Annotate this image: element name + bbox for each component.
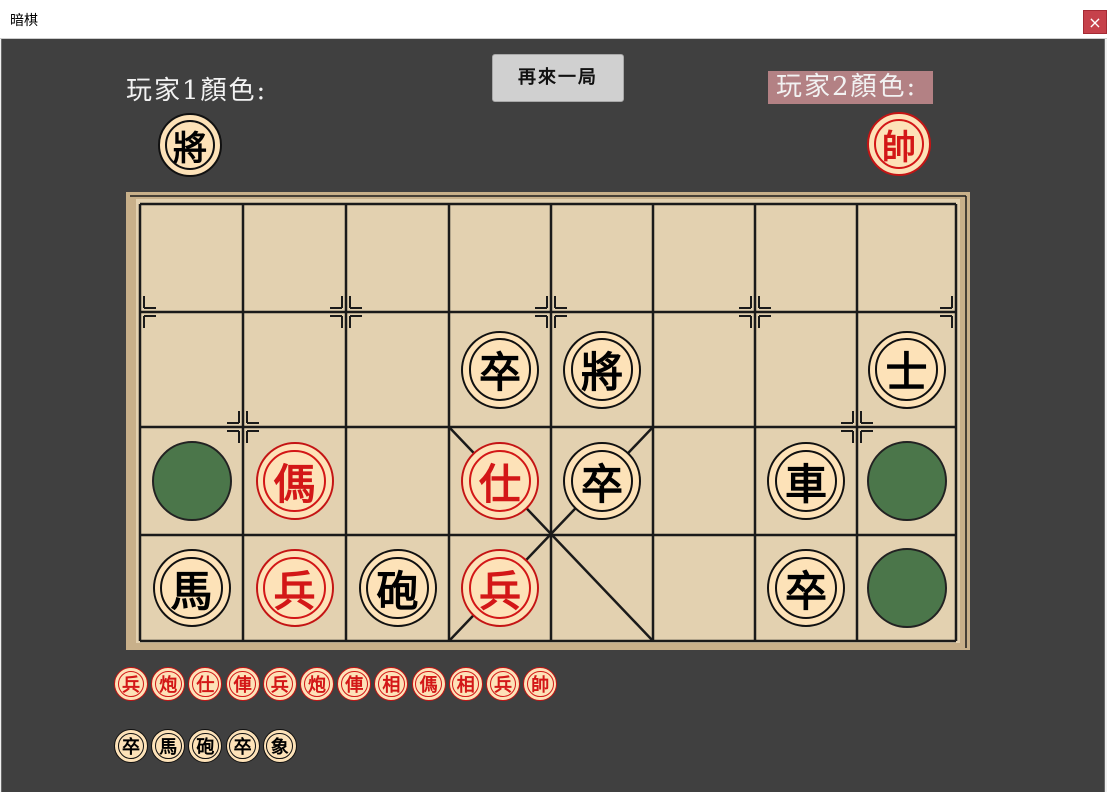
face-down-piece[interactable]	[151, 441, 232, 521]
captured-black-piece: 卒	[114, 729, 148, 763]
captured-black-piece: 馬	[151, 729, 186, 763]
piece-char: 傌	[263, 449, 326, 513]
board-cell[interactable]	[755, 312, 857, 427]
board-cell[interactable]	[551, 535, 653, 641]
piece-char: 傌	[415, 670, 443, 698]
board-cell[interactable]	[857, 204, 956, 312]
captured-red-piece: 兵	[114, 667, 148, 701]
piece-char: 兵	[266, 670, 294, 698]
board-cell[interactable]	[653, 535, 755, 641]
black-piece[interactable]: 卒	[767, 549, 845, 627]
black-piece[interactable]: 砲	[358, 549, 437, 627]
piece-char: 仕	[191, 670, 219, 698]
piece-char: 卒	[774, 556, 838, 620]
piece-char: 兵	[489, 670, 517, 698]
board-cell[interactable]	[653, 427, 755, 535]
black-piece[interactable]: 卒	[461, 330, 539, 409]
piece-char: 炮	[154, 670, 182, 698]
piece-char: 卒	[229, 732, 257, 760]
red-piece[interactable]: 仕	[461, 442, 539, 520]
piece-char: 兵	[263, 556, 326, 620]
piece-char: 相	[377, 670, 405, 698]
board-cell[interactable]	[551, 204, 653, 312]
captured-black-piece: 象	[262, 729, 297, 763]
board-cell[interactable]	[243, 204, 346, 312]
piece-char: 相	[452, 670, 480, 698]
board-cell[interactable]	[346, 427, 449, 535]
black-piece[interactable]: 士	[867, 330, 946, 409]
piece-char: 卒	[117, 732, 145, 760]
piece-char: 兵	[468, 556, 532, 620]
piece-char: 俥	[229, 670, 257, 698]
piece-char: 兵	[117, 670, 145, 698]
face-down-piece[interactable]	[866, 548, 947, 628]
captured-red-piece: 兵	[486, 667, 520, 701]
captured-red-piece: 俥	[225, 667, 260, 701]
captured-red-piece: 相	[448, 667, 483, 701]
piece-char: 砲	[191, 732, 219, 760]
red-piece[interactable]: 傌	[255, 442, 334, 520]
captured-red-piece: 炮	[300, 667, 334, 701]
piece-char: 卒	[468, 338, 532, 401]
board-cell[interactable]	[140, 312, 243, 427]
piece-char: 砲	[366, 556, 429, 620]
piece-char: 俥	[340, 670, 368, 698]
red-piece[interactable]: 兵	[461, 549, 539, 627]
captured-red-piece: 帥	[523, 667, 558, 701]
board-cell[interactable]	[755, 204, 857, 312]
captured-black-piece: 卒	[225, 729, 260, 763]
piece-char: 馬	[154, 732, 182, 760]
captured-red-piece: 俥	[337, 667, 372, 701]
piece-char: 馬	[160, 556, 223, 620]
board-cell[interactable]	[653, 204, 755, 312]
captured-red-piece: 兵	[262, 667, 297, 701]
red-piece[interactable]: 兵	[255, 549, 334, 627]
board-cell[interactable]	[140, 204, 243, 312]
black-piece[interactable]: 車	[767, 442, 845, 520]
piece-char: 車	[774, 449, 838, 513]
piece-char: 將	[570, 338, 634, 401]
piece-char: 仕	[468, 449, 532, 513]
face-down-piece[interactable]	[866, 441, 947, 521]
black-piece[interactable]: 馬	[152, 549, 231, 627]
piece-char: 帥	[526, 670, 554, 698]
board-cell[interactable]	[346, 204, 449, 312]
black-piece[interactable]: 將	[563, 330, 641, 409]
piece-char: 卒	[570, 449, 634, 513]
board-cell[interactable]	[243, 312, 346, 427]
captured-red-piece: 炮	[151, 667, 186, 701]
board-cell[interactable]	[449, 204, 551, 312]
piece-char: 象	[266, 732, 294, 760]
captured-red-piece: 傌	[411, 667, 446, 701]
board-cell[interactable]	[346, 312, 449, 427]
piece-char: 士	[875, 338, 938, 401]
board-cell[interactable]	[653, 312, 755, 427]
piece-char: 炮	[303, 670, 331, 698]
black-piece[interactable]: 卒	[563, 442, 641, 520]
